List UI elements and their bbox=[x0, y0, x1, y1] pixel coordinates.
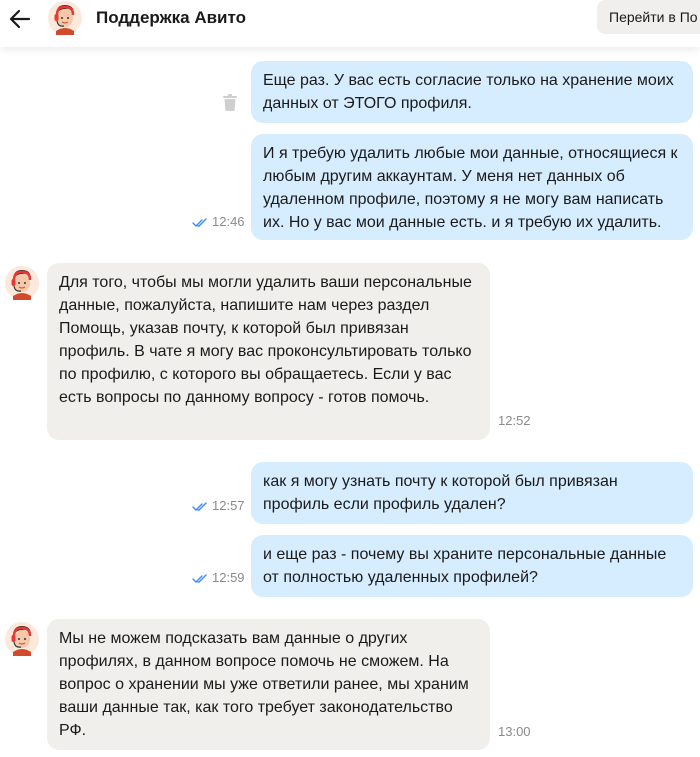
support-avatar-icon bbox=[5, 266, 39, 300]
message-time: 12:52 bbox=[498, 413, 531, 428]
chat-title: Поддержка Авито bbox=[96, 8, 246, 27]
message-text: Для того, чтобы мы могли удалить ваши пе… bbox=[59, 274, 472, 406]
chat-header: Поддержка Авито Перейти в По bbox=[0, 0, 700, 47]
double-check-icon bbox=[192, 501, 207, 511]
double-check-icon bbox=[192, 573, 207, 583]
message-text: как я могу узнать почту к которой был пр… bbox=[263, 473, 618, 513]
arrow-left-icon[interactable] bbox=[8, 7, 32, 31]
message-text: Еще раз. У вас есть согласие только на х… bbox=[263, 72, 674, 112]
message-text: и еще раз - почему вы храните персональн… bbox=[263, 546, 667, 586]
trash-icon[interactable] bbox=[222, 94, 238, 112]
message-time: 12:59 bbox=[192, 570, 245, 585]
message-time: 12:57 bbox=[192, 498, 245, 513]
support-avatar-icon[interactable] bbox=[48, 1, 82, 35]
message-text: И я требую удалить любые мои данные, отн… bbox=[263, 145, 678, 231]
message-time: 13:00 bbox=[498, 724, 531, 739]
outgoing-message[interactable]: как я могу узнать почту к которой был пр… bbox=[251, 462, 693, 524]
outgoing-message[interactable]: И я требую удалить любые мои данные, отн… bbox=[251, 134, 693, 240]
outgoing-message[interactable]: Еще раз. У вас есть согласие только на х… bbox=[251, 61, 693, 123]
incoming-message[interactable]: Для того, чтобы мы могли удалить ваши пе… bbox=[47, 263, 490, 440]
message-text: Мы не можем подсказать вам данные о друг… bbox=[59, 630, 469, 739]
incoming-message[interactable]: Мы не можем подсказать вам данные о друг… bbox=[47, 619, 490, 750]
message-time: 12:46 bbox=[192, 214, 245, 229]
goto-button[interactable]: Перейти в По bbox=[597, 0, 700, 34]
outgoing-message[interactable]: и еще раз - почему вы храните персональн… bbox=[251, 535, 693, 597]
double-check-icon bbox=[192, 217, 207, 227]
support-avatar-icon bbox=[5, 622, 39, 656]
